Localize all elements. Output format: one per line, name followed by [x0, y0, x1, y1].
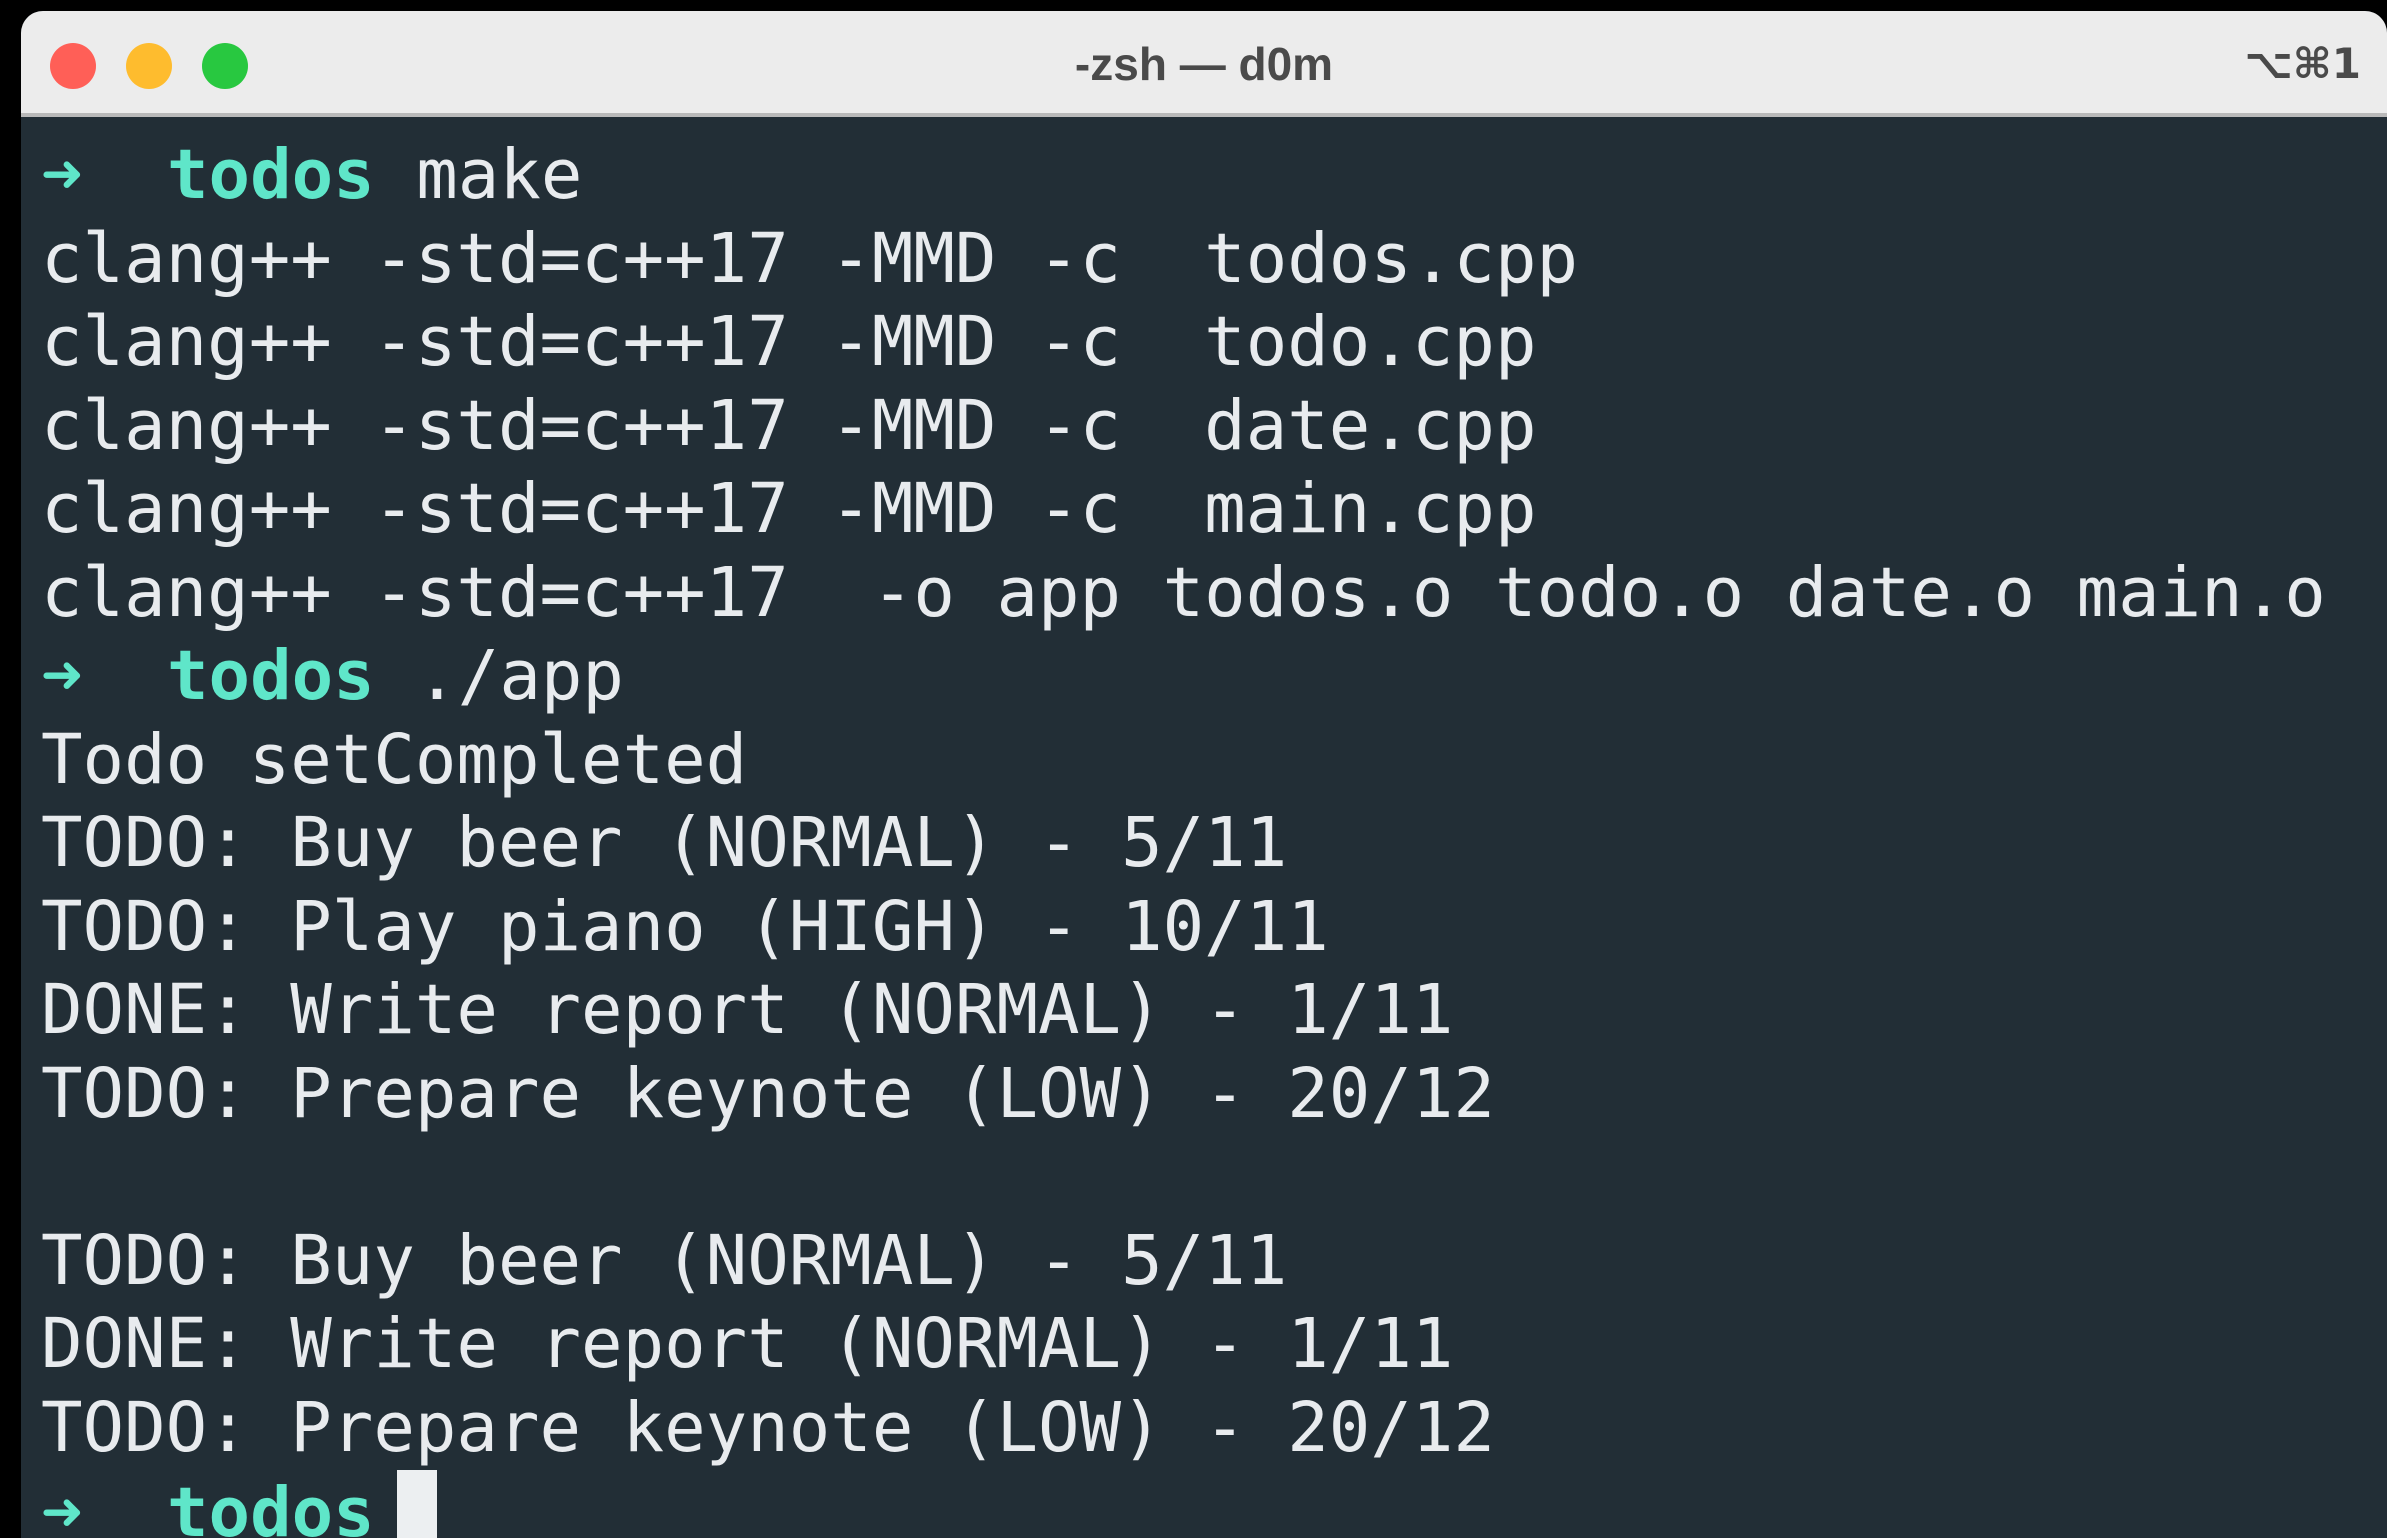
- output-line: clang++ -std=c++17 -MMD -c main.cpp: [41, 469, 1537, 549]
- output-line: clang++ -std=c++17 -MMD -c todo.cpp: [41, 302, 1537, 382]
- output-line: clang++ -std=c++17 -o app todos.o todo.o…: [41, 552, 2326, 633]
- active-prompt-line: ➜ todos: [41, 1470, 2387, 1538]
- output-line: clang++ -std=c++17 -MMD -c todos.cpp: [41, 218, 1579, 299]
- prompt-line: ➜ todos make: [41, 134, 2387, 218]
- output-line: TODO: Prepare keynote (LOW) - 20/12: [41, 1387, 1495, 1468]
- prompt-command: make: [416, 135, 583, 215]
- output-line: Todo setCompleted: [41, 719, 748, 800]
- prompt-command: ./app: [416, 636, 624, 716]
- prompt-separator: [375, 135, 417, 215]
- prompt-directory: todos: [167, 1473, 375, 1538]
- prompt-separator: [375, 636, 417, 716]
- title-bar[interactable]: -zsh — d0m ⌥⌘1: [21, 11, 2387, 117]
- prompt-line: ➜ todos ./app: [41, 635, 2387, 719]
- window-shortcut-label: ⌥⌘1: [2244, 39, 2361, 88]
- prompt-directory: todos: [167, 636, 375, 716]
- output-line: TODO: Buy beer (NORMAL) - 5/11: [41, 803, 1288, 883]
- output-line: TODO: Prepare keynote (LOW) - 20/12: [41, 1053, 1495, 1134]
- output-line: TODO: Buy beer (NORMAL) - 5/11: [41, 1220, 1288, 1301]
- prompt-arrow-icon: ➜: [41, 135, 83, 215]
- window-title: -zsh — d0m: [1074, 38, 1334, 90]
- output-line: DONE: Write report (NORMAL) - 1/11: [41, 970, 1454, 1050]
- text-cursor[interactable]: [396, 1470, 437, 1538]
- terminal-window: -zsh — d0m ⌥⌘1 ➜ todos make clang++ -std=c…: [21, 11, 2387, 1538]
- prompt-arrow-icon: ➜: [41, 636, 83, 716]
- terminal-output[interactable]: ➜ todos make clang++ -std=c++17 -MMD -c to…: [41, 134, 2387, 1538]
- prompt-arrow-icon: ➜: [41, 1473, 83, 1538]
- output-line: TODO: Play piano (HIGH) - 10/11: [41, 886, 1329, 967]
- output-line: DONE: Write report (NORMAL) - 1/11: [41, 1304, 1454, 1384]
- output-line: clang++ -std=c++17 -MMD -c date.cpp: [41, 385, 1537, 466]
- prompt-directory: todos: [167, 135, 375, 215]
